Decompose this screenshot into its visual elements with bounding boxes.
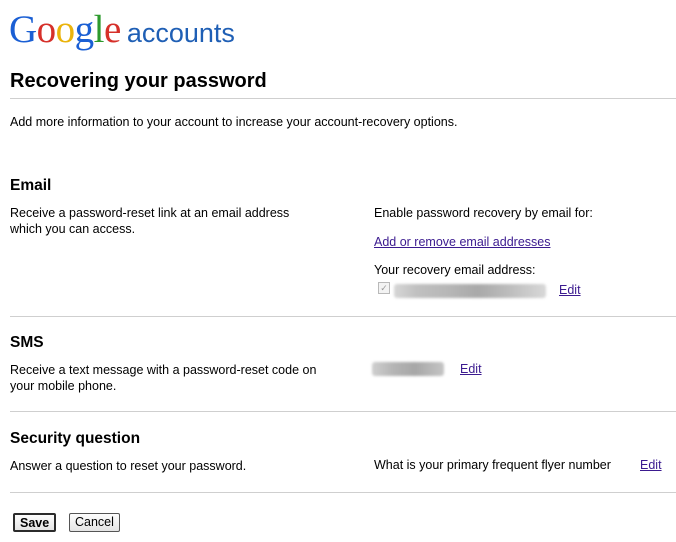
google-logo: Google [9, 10, 121, 50]
google-accounts-logo: Google accounts [9, 8, 235, 50]
sms-section-description: Receive a text message with a password-r… [10, 363, 317, 393]
save-button[interactable]: Save [13, 513, 57, 532]
cancel-button[interactable]: Cancel [69, 513, 120, 532]
email-section-description: Receive a password-reset link at an emai… [10, 206, 290, 236]
logo-letter: g [74, 8, 95, 51]
sms-section-title: SMS [10, 334, 44, 351]
logo-letter: o [36, 8, 57, 51]
logo-letter: e [104, 8, 121, 51]
title-divider [10, 98, 676, 99]
logo-letter: o [55, 8, 76, 51]
logo-letter: G [9, 8, 37, 51]
edit-email-link[interactable]: Edit [559, 283, 581, 297]
edit-sms-link[interactable]: Edit [460, 362, 482, 376]
security-question-text: What is your primary frequent flyer numb… [374, 458, 611, 472]
email-section-title: Email [10, 177, 52, 194]
page-title: Recovering your password [10, 70, 267, 92]
add-remove-email-link[interactable]: Add or remove email addresses [374, 235, 550, 249]
intro-text: Add more information to your account to … [10, 115, 458, 129]
security-question-section-title: Security question [10, 430, 141, 447]
redacted-email-address [394, 284, 546, 298]
recovery-email-checkbox[interactable]: ✓ [378, 282, 390, 294]
recovery-email-label: Your recovery email address: [374, 263, 536, 277]
accounts-label: accounts [126, 18, 235, 48]
security-question-description: Answer a question to reset your password… [10, 459, 247, 473]
edit-security-question-link[interactable]: Edit [640, 458, 662, 472]
sms-section-divider [10, 411, 676, 412]
email-enable-text: Enable password recovery by email for: [374, 206, 593, 220]
redacted-phone-number [372, 362, 444, 376]
logo-letter: l [93, 8, 105, 51]
email-section-divider [10, 316, 676, 317]
security-section-divider [10, 492, 676, 493]
